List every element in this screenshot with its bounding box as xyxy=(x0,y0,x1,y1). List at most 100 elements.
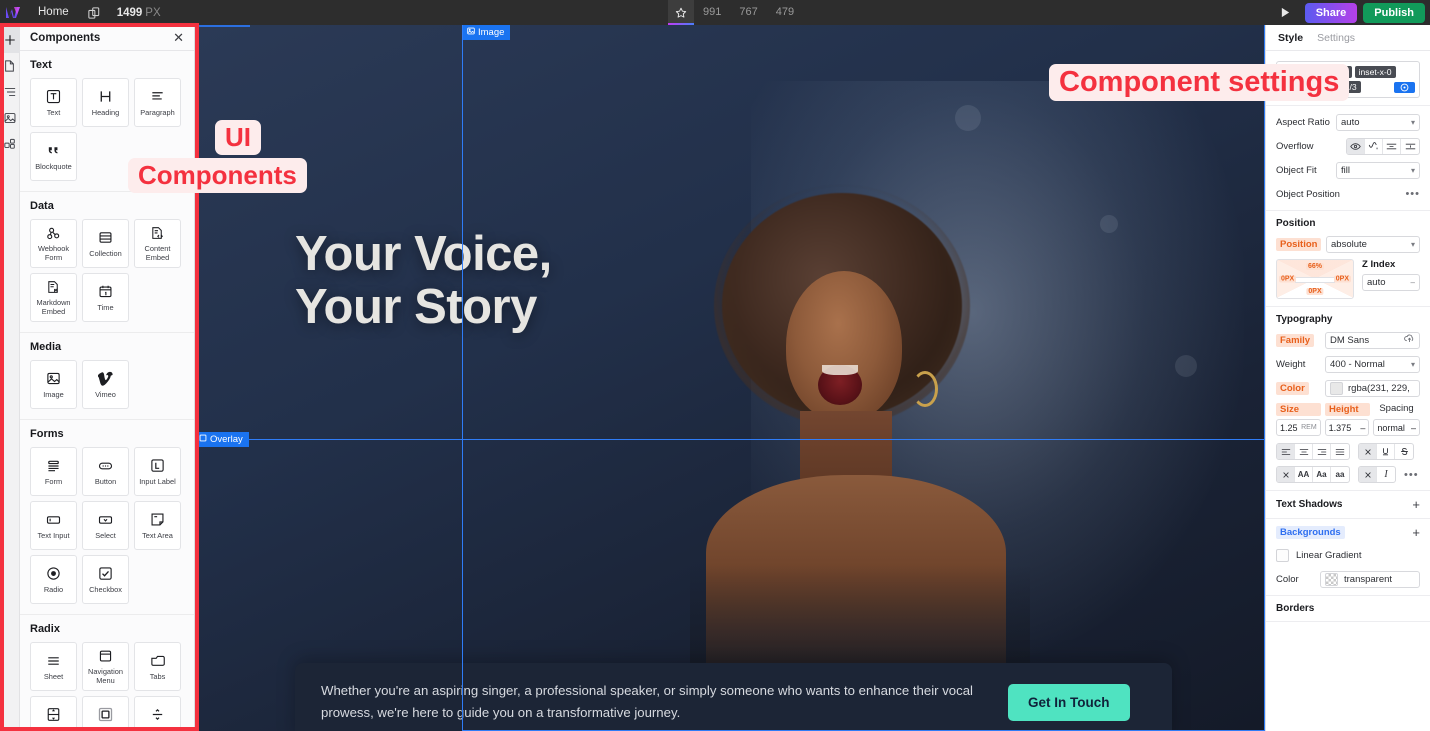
align-center-icon[interactable] xyxy=(1295,444,1313,459)
component-tile-markdown-embed[interactable]: Markdown Embed xyxy=(30,273,77,322)
component-tile-image[interactable]: Image xyxy=(30,360,77,409)
aspect-ratio-select[interactable]: auto ▾ xyxy=(1336,113,1420,131)
component-tile-dialog[interactable]: Dialog xyxy=(82,696,129,731)
italic-icon[interactable]: I xyxy=(1377,467,1395,482)
overflow-segmented-control[interactable] xyxy=(1346,137,1420,155)
line-height-input[interactable]: 1.375 – xyxy=(1324,419,1370,436)
align-justify-icon[interactable] xyxy=(1331,444,1349,459)
overflow-x-icon[interactable] xyxy=(1383,138,1401,154)
rail-components-panel[interactable] xyxy=(0,131,20,157)
get-in-touch-button[interactable]: Get In Touch xyxy=(1008,683,1130,721)
breakpoint-767[interactable]: 767 xyxy=(730,0,766,25)
component-tile-content-embed[interactable]: Content Embed xyxy=(134,219,181,268)
z-index-input[interactable]: auto – xyxy=(1362,274,1420,291)
plus-icon[interactable]: + xyxy=(1412,526,1420,539)
component-tile-tabs[interactable]: Tabs xyxy=(134,642,181,691)
position-offsets-control[interactable]: 66% 0PX 0PX 0PX xyxy=(1276,259,1354,299)
position-right-value[interactable]: 0PX xyxy=(1333,275,1351,283)
object-fit-select[interactable]: fill ▾ xyxy=(1336,161,1420,179)
component-tile-sheet[interactable]: Sheet xyxy=(30,642,77,691)
webflow-logo-icon[interactable] xyxy=(0,0,26,25)
component-tile-text[interactable]: Text xyxy=(30,78,77,127)
uppercase-AA-icon[interactable]: AA xyxy=(1295,467,1313,482)
rail-pages-panel[interactable] xyxy=(0,53,20,79)
play-icon[interactable] xyxy=(1273,0,1299,25)
component-tile-collection[interactable]: Collection xyxy=(82,219,129,268)
eye-visible-icon[interactable] xyxy=(1347,138,1365,154)
font-style-segmented-control[interactable]: I xyxy=(1358,466,1396,483)
text-align-segmented-control[interactable] xyxy=(1276,443,1350,460)
font-family-select[interactable]: DM Sans xyxy=(1325,331,1420,349)
publish-button[interactable]: Publish xyxy=(1363,2,1425,23)
home-button[interactable]: Home xyxy=(26,0,81,25)
underline-icon[interactable] xyxy=(1377,444,1395,459)
component-tile-time[interactable]: Time xyxy=(82,273,129,322)
font-size-input[interactable]: 1.25 REM xyxy=(1276,419,1321,436)
component-tile-radio[interactable]: Radio xyxy=(30,555,77,604)
component-tile-form[interactable]: Form xyxy=(30,447,77,496)
font-color-input[interactable]: rgba(231, 229, xyxy=(1325,379,1420,397)
none-x-icon[interactable] xyxy=(1359,444,1377,459)
gradient-swatch[interactable] xyxy=(1276,548,1289,562)
align-left-icon[interactable] xyxy=(1277,444,1295,459)
component-tile-blockquote[interactable]: Blockquote xyxy=(30,132,77,181)
capitalize-Aa-icon[interactable]: Aa xyxy=(1313,467,1331,482)
component-tile-vimeo[interactable]: Vimeo xyxy=(82,360,129,409)
position-left-value[interactable]: 0PX xyxy=(1279,275,1297,283)
hero-headline[interactable]: Your Voice, Your Story xyxy=(295,227,552,335)
text-transform-segmented-control[interactable]: AA Aa aa xyxy=(1276,466,1350,483)
tab-style[interactable]: Style xyxy=(1278,32,1303,44)
component-tile-accordion[interactable]: Accordion xyxy=(30,696,77,731)
selected-element-badge-overlay[interactable]: Overlay xyxy=(195,432,249,447)
lowercase-aa-icon[interactable]: aa xyxy=(1331,467,1349,482)
star-icon[interactable] xyxy=(668,0,694,25)
cloud-upload-icon[interactable] xyxy=(1404,334,1415,346)
selected-element-badge-image[interactable]: Image xyxy=(463,25,511,40)
align-right-icon[interactable] xyxy=(1313,444,1331,459)
tab-settings[interactable]: Settings xyxy=(1317,32,1355,44)
ellipsis-icon[interactable]: ••• xyxy=(1405,188,1420,200)
overflow-scroll-icon[interactable] xyxy=(1365,138,1383,154)
ellipsis-icon[interactable]: ••• xyxy=(1404,469,1419,481)
component-tile-navigation-menu[interactable]: Navigation Menu xyxy=(82,642,129,691)
component-tile-webhook-form[interactable]: Webhook Form xyxy=(30,219,77,268)
design-canvas[interactable]: Your Voice, Your Story Whether you're an… xyxy=(195,25,1265,731)
component-tile-collapsible[interactable]: Collapsible xyxy=(134,696,181,731)
component-tile-text-input[interactable]: Text Input xyxy=(30,501,77,550)
target-icon[interactable] xyxy=(1394,81,1415,93)
breakpoint-479[interactable]: 479 xyxy=(767,0,803,25)
component-tile-button[interactable]: Button xyxy=(82,447,129,496)
linear-gradient-row[interactable]: Linear Gradient xyxy=(1276,546,1420,564)
position-select[interactable]: absolute ▾ xyxy=(1326,235,1420,253)
hero-info-card[interactable]: Whether you're an aspiring singer, a pro… xyxy=(295,663,1172,731)
share-button[interactable]: Share xyxy=(1304,2,1358,23)
class-chip[interactable]: inset-x-0 xyxy=(1354,66,1396,78)
plus-icon[interactable]: + xyxy=(1412,498,1420,511)
rail-add-panel[interactable] xyxy=(0,27,20,53)
rail-assets-panel[interactable] xyxy=(0,105,20,131)
text-decoration-segmented-control[interactable] xyxy=(1358,443,1414,460)
letter-spacing-input[interactable]: normal – xyxy=(1373,419,1420,436)
font-weight-select[interactable]: 400 - Normal ▾ xyxy=(1325,355,1420,373)
position-top-value[interactable]: 66% xyxy=(1305,263,1325,270)
component-tile-checkbox[interactable]: Checkbox xyxy=(82,555,129,604)
components-list[interactable]: Text Text Heading Paragraph Blockquote D… xyxy=(20,51,194,731)
strikethrough-icon[interactable] xyxy=(1395,444,1413,459)
position-bottom-value[interactable]: 0PX xyxy=(1306,288,1324,295)
canvas-width-display[interactable]: 1499 PX xyxy=(117,7,161,19)
background-color-input[interactable]: transparent xyxy=(1320,570,1420,588)
rail-navigator-panel[interactable] xyxy=(0,79,20,105)
overflow-y-icon[interactable] xyxy=(1401,139,1419,154)
component-tile-input-label[interactable]: Input Label xyxy=(134,447,181,496)
duplicate-icon[interactable] xyxy=(81,6,107,19)
none-x-icon[interactable] xyxy=(1359,467,1377,482)
none-x-icon[interactable] xyxy=(1277,467,1295,482)
color-swatch[interactable] xyxy=(1330,381,1343,395)
transparent-swatch[interactable] xyxy=(1325,572,1338,586)
component-tile-select[interactable]: Select xyxy=(82,501,129,550)
component-tile-heading[interactable]: Heading xyxy=(82,78,129,127)
close-icon[interactable]: ✕ xyxy=(173,31,184,44)
breakpoint-991[interactable]: 991 xyxy=(694,0,730,25)
component-tile-paragraph[interactable]: Paragraph xyxy=(134,78,181,127)
component-tile-text-area[interactable]: Text Area xyxy=(134,501,181,550)
